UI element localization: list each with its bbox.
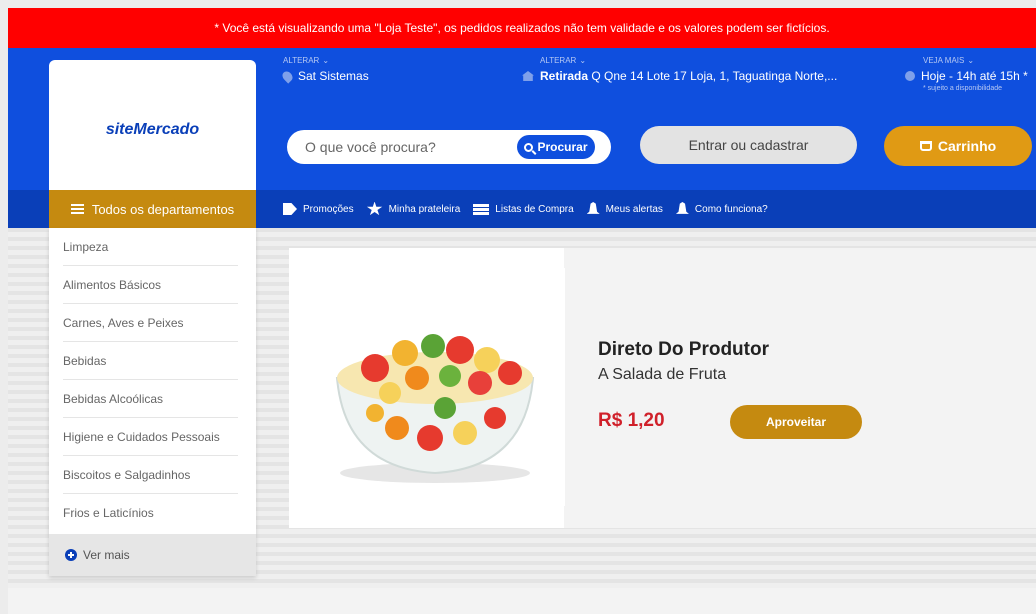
department-item[interactable]: Higiene e Cuidados Pessoais (63, 418, 238, 456)
pickup-selector[interactable]: ALTERAR ⌄ Retirada Q Qne 14 Lote 17 Loja,… (522, 56, 837, 83)
nav-label: Meus alertas (605, 203, 663, 215)
cart-icon (919, 141, 932, 151)
banner-price: R$ 1,20 (598, 410, 665, 431)
search-button[interactable]: Procurar (517, 135, 595, 159)
cart-button[interactable]: Carrinho (884, 126, 1032, 166)
product-image-panel (289, 248, 565, 528)
change-store-label: ALTERAR (283, 56, 320, 65)
department-item[interactable]: Carnes, Aves e Peixes (63, 304, 238, 342)
department-item[interactable]: Alimentos Básicos (63, 266, 238, 304)
menu-icon (70, 204, 84, 214)
change-pickup-label: ALTERAR (540, 56, 577, 65)
site-logo: siteMercado (105, 121, 200, 138)
see-more-label: VEJA MAIS (923, 56, 965, 65)
login-button[interactable]: Entrar ou cadastrar (640, 126, 857, 164)
bell-icon (586, 202, 600, 214)
nav-listas-de-compra[interactable]: Listas de Compra (473, 203, 574, 215)
chevron-down-icon: ⌄ (322, 56, 330, 65)
plus-circle-icon (65, 549, 77, 561)
department-item[interactable]: Frios e Laticínios (63, 494, 238, 532)
department-item[interactable]: Bebidas (63, 342, 238, 380)
department-item[interactable]: Bebidas Alcoólicas (63, 380, 238, 418)
bottom-strip (8, 588, 1036, 614)
nav-meus-alertas[interactable]: Meus alertas (586, 202, 663, 216)
banner-title: Direto Do Produtor (598, 339, 769, 360)
schedule-selector[interactable]: VEJA MAIS ⌄ Hoje - 14h até 15h * * sujeit… (905, 56, 1028, 92)
store-name: Sat Sistemas (298, 69, 369, 83)
list-icon (473, 203, 490, 215)
availability-note: * sujeito a disponibilidade (923, 85, 1002, 92)
all-departments-label: Todos os departamentos (91, 201, 235, 217)
nav-links: Promoções Minha prateleira Listas de Com… (283, 190, 781, 228)
promo-banner[interactable]: Direto Do Produtor A Salada de Fruta R$ … (289, 248, 1036, 528)
department-list: Limpeza Alimentos Básicos Carnes, Aves e… (49, 228, 256, 576)
location-pin-icon (280, 68, 295, 84)
chevron-down-icon: ⌄ (579, 56, 587, 65)
nav-promocoes[interactable]: Promoções (283, 203, 354, 215)
nav-como-funciona[interactable]: Como funciona? (675, 202, 768, 216)
department-item[interactable]: Biscoitos e Salgadinhos (63, 456, 238, 494)
search-button-label: Procurar (537, 140, 588, 154)
banner-action-button[interactable]: Aproveitar (730, 405, 862, 439)
see-more-departments[interactable]: Ver mais (49, 534, 256, 576)
nav-label: Minha prateleira (388, 203, 461, 215)
cart-label: Carrinho (937, 138, 997, 154)
pickup-address: Q Qne 14 Lote 17 Loja, 1, Taguatinga Nor… (588, 69, 838, 83)
delivery-time: Hoje - 14h até 15h * (921, 69, 1028, 83)
test-store-warning: * Você está visualizando uma "Loja Teste… (8, 8, 1036, 48)
see-more-label: Ver mais (83, 548, 130, 562)
department-item[interactable]: Limpeza (63, 228, 238, 266)
store-icon (522, 71, 534, 81)
search-box: Procurar (287, 130, 611, 164)
star-icon (366, 201, 383, 216)
logo-card[interactable]: siteMercado (49, 60, 256, 200)
all-departments-button[interactable]: Todos os departamentos (49, 190, 256, 228)
banner-subtitle: A Salada de Fruta (598, 366, 727, 383)
chevron-down-icon: ⌄ (967, 56, 975, 65)
nav-label: Promoções (303, 203, 354, 215)
search-input[interactable] (305, 139, 505, 155)
nav-label: Listas de Compra (495, 203, 574, 215)
search-icon (524, 142, 534, 152)
bell-icon (675, 202, 689, 214)
store-selector[interactable]: ALTERAR ⌄ Sat Sistemas (280, 56, 369, 84)
pickup-type: Retirada (540, 69, 589, 83)
product-image (305, 268, 565, 506)
tag-icon (283, 203, 297, 215)
fruit-salad-image (335, 334, 535, 483)
nav-label: Como funciona? (694, 203, 768, 215)
clock-icon (905, 71, 915, 81)
nav-minha-prateleira[interactable]: Minha prateleira (366, 201, 461, 217)
